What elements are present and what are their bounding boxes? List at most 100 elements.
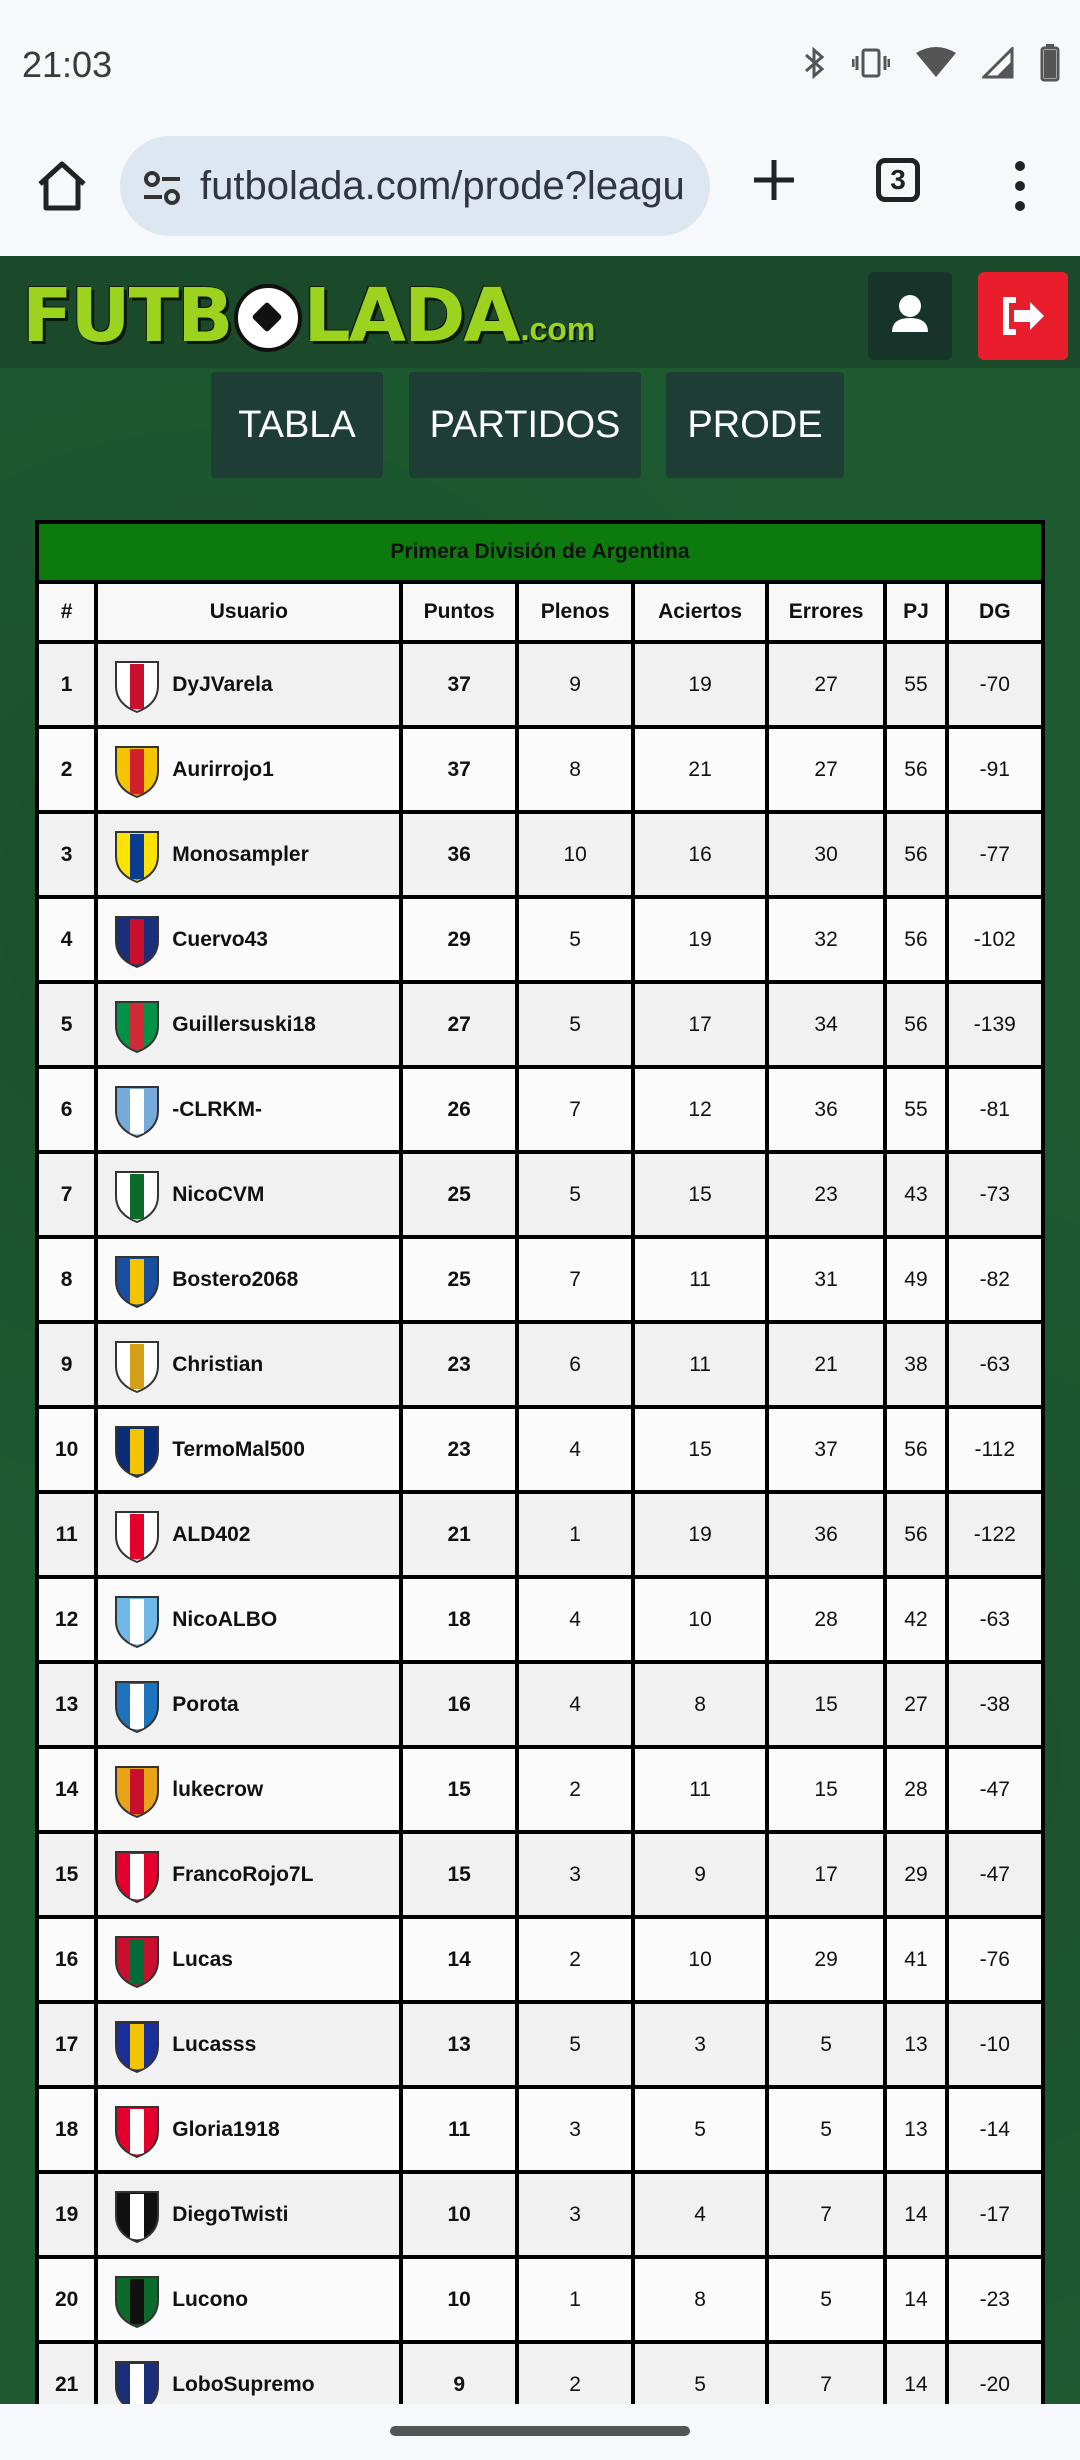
puntos-cell: 15 [399,1745,519,1834]
table-row[interactable]: 9 Christian 23 6 11 21 38 -63 [34,1320,1046,1409]
username[interactable]: Bostero2068 [172,1268,298,1291]
user-cell[interactable]: DyJVarela [94,640,404,729]
user-cell[interactable]: ALD402 [94,1490,404,1579]
aciertos-cell: 10 [631,1575,769,1664]
user-cell[interactable]: TermoMal500 [94,1405,404,1494]
table-row[interactable]: 10 TermoMal500 23 4 15 37 56 -112 [34,1405,1046,1494]
site-settings-icon[interactable] [142,170,182,206]
boca-juniors-crest [115,1425,160,1478]
table-row[interactable]: 14 lukecrow 15 2 11 15 28 -47 [34,1745,1046,1834]
user-cell[interactable]: Guillersuski18 [94,980,404,1069]
table-row[interactable]: 5 Guillersuski18 27 5 17 34 56 -139 [34,980,1046,1069]
address-bar[interactable]: futbolada.com/prode?leagu [120,136,710,236]
standings-table: Primera División de Argentina # Usuario … [34,520,1046,2404]
username[interactable]: Porota [172,1693,239,1716]
table-row[interactable]: 18 Gloria1918 11 3 5 5 13 -14 [34,2085,1046,2174]
san-lorenzo-crest [115,915,160,968]
user-cell[interactable]: NicoCVM [94,1150,404,1239]
username[interactable]: DiegoTwisti [172,2203,288,2226]
plenos-cell: 7 [514,1235,636,1324]
user-cell[interactable]: NicoALBO [94,1575,404,1664]
user-cell[interactable]: Gloria1918 [94,2085,404,2174]
table-row[interactable]: 21 LoboSupremo 9 2 5 7 14 -20 [34,2340,1046,2404]
username[interactable]: -CLRKM- [172,1098,262,1121]
username[interactable]: NicoCVM [172,1183,264,1206]
futbolada-logo[interactable]: FUTB LADA .com [22,268,595,358]
username[interactable]: Aurirrojo1 [172,758,274,781]
plenos-cell: 1 [514,2255,636,2344]
username[interactable]: Monosampler [172,843,309,866]
username[interactable]: ALD402 [172,1523,250,1546]
aciertos-cell: 15 [631,1150,769,1239]
table-row[interactable]: 12 NicoALBO 18 4 10 28 42 -63 [34,1575,1046,1664]
table-row[interactable]: 11 ALD402 21 1 19 36 56 -122 [34,1490,1046,1579]
plenos-cell: 3 [514,1830,636,1919]
dg-cell: -139 [944,980,1046,1069]
puntos-cell: 26 [399,1065,519,1154]
username[interactable]: Lucas [172,1948,233,1971]
errores-cell: 5 [764,2000,888,2089]
url-text[interactable]: futbolada.com/prode?leagu [200,164,685,209]
more-vert-icon [1015,161,1025,211]
username[interactable]: Cuervo43 [172,928,268,951]
username[interactable]: Guillersuski18 [172,1013,316,1036]
table-row[interactable]: 6 -CLRKM- 26 7 12 36 55 -81 [34,1065,1046,1154]
username[interactable]: NicoALBO [172,1608,277,1631]
plenos-cell: 3 [514,2170,636,2259]
table-row[interactable]: 20 Lucono 10 1 8 5 14 -23 [34,2255,1046,2344]
user-cell[interactable]: FrancoRojo7L [94,1830,404,1919]
user-cell[interactable]: LoboSupremo [94,2340,404,2404]
logout-button[interactable] [978,272,1068,360]
aciertos-cell: 11 [631,1745,769,1834]
user-cell[interactable]: Monosampler [94,810,404,899]
user-cell[interactable]: Lucono [94,2255,404,2344]
nav-prode[interactable]: PRODE [666,372,844,478]
table-row[interactable]: 17 Lucasss 13 5 3 5 13 -10 [34,2000,1046,2089]
username[interactable]: lukecrow [172,1778,263,1801]
user-cell[interactable]: Lucasss [94,2000,404,2089]
home-button[interactable] [34,158,90,214]
username[interactable]: Lucono [172,2288,248,2311]
table-row[interactable]: 15 FrancoRojo7L 15 3 9 17 29 -47 [34,1830,1046,1919]
position-cell: 14 [34,1745,99,1834]
league-title-row: Primera División de Argentina [35,520,1045,584]
plenos-cell: 1 [514,1490,636,1579]
table-row[interactable]: 1 DyJVarela 37 9 19 27 55 -70 [34,640,1046,729]
table-row[interactable]: 19 DiegoTwisti 10 3 4 7 14 -17 [34,2170,1046,2259]
table-row[interactable]: 7 NicoCVM 25 5 15 23 43 -73 [34,1150,1046,1239]
username[interactable]: DyJVarela [172,673,272,696]
table-row[interactable]: 13 Porota 16 4 8 15 27 -38 [34,1660,1046,1749]
profile-button[interactable] [868,272,952,360]
table-row[interactable]: 3 Monosampler 36 10 16 30 56 -77 [34,810,1046,899]
table-row[interactable]: 16 Lucas 14 2 10 29 41 -76 [34,1915,1046,2004]
table-row[interactable]: 8 Bostero2068 25 7 11 31 49 -82 [34,1235,1046,1324]
table-row[interactable]: 4 Cuervo43 29 5 19 32 56 -102 [34,895,1046,984]
user-cell[interactable]: Porota [94,1660,404,1749]
browser-menu-button[interactable] [1010,158,1030,214]
user-cell[interactable]: lukecrow [94,1745,404,1834]
errores-cell: 37 [764,1405,888,1494]
username[interactable]: FrancoRojo7L [172,1863,313,1886]
username[interactable]: LoboSupremo [172,2373,314,2396]
table-row[interactable]: 2 Aurirrojo1 37 8 21 27 56 -91 [34,725,1046,814]
errores-cell: 15 [764,1660,888,1749]
user-cell[interactable]: -CLRKM- [94,1065,404,1154]
tab-switcher-button[interactable]: 3 [876,158,920,202]
user-cell[interactable]: DiegoTwisti [94,2170,404,2259]
new-tab-button[interactable] [752,158,796,202]
nav-tabla[interactable]: TABLA [211,372,383,478]
position-cell: 13 [34,1660,99,1749]
username[interactable]: Gloria1918 [172,2118,279,2141]
user-cell[interactable]: Aurirrojo1 [94,725,404,814]
user-cell[interactable]: Bostero2068 [94,1235,404,1324]
position-cell: 12 [34,1575,99,1664]
user-cell[interactable]: Lucas [94,1915,404,2004]
user-cell[interactable]: Christian [94,1320,404,1409]
username[interactable]: Lucasss [172,2033,256,2056]
gesture-handle[interactable] [390,2426,690,2436]
nav-partidos[interactable]: PARTIDOS [409,372,641,478]
user-cell[interactable]: Cuervo43 [94,895,404,984]
username[interactable]: TermoMal500 [172,1438,305,1461]
position-cell: 9 [34,1320,99,1409]
username[interactable]: Christian [172,1353,263,1376]
